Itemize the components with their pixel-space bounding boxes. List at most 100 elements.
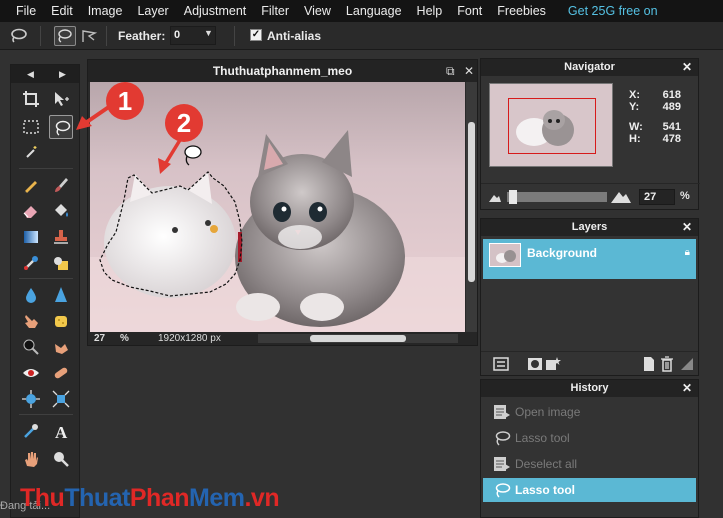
close-icon[interactable]: ✕ (464, 64, 474, 78)
tool-divider (19, 414, 73, 415)
zoom-tool[interactable] (49, 447, 73, 471)
hand-tool[interactable] (19, 447, 43, 471)
open-image-icon (494, 405, 510, 419)
menu-file[interactable]: File (16, 4, 36, 18)
burn-tool[interactable] (49, 335, 73, 359)
menu-edit[interactable]: Edit (51, 4, 73, 18)
x-value: 618 (662, 89, 681, 101)
horizontal-scrollbar[interactable] (258, 334, 458, 343)
color-picker-tool[interactable] (19, 419, 43, 443)
app-root: File Edit Image Layer Adjustment Filter … (0, 0, 723, 518)
shape-icon (54, 257, 68, 270)
zoom-input[interactable]: 27 (639, 189, 675, 205)
antialias-checkbox[interactable]: ✓ (250, 29, 262, 41)
menu-image[interactable]: Image (88, 4, 123, 18)
panel-header: Layers ✕ (481, 219, 698, 236)
new-layer-icon[interactable] (641, 356, 657, 372)
tool-divider (19, 278, 73, 279)
resize-icon[interactable] (679, 356, 695, 372)
y-label: Y: (629, 101, 640, 113)
dodge-icon (23, 339, 39, 355)
polygon-lasso-icon[interactable] (80, 27, 98, 45)
red-eye-tool[interactable] (19, 361, 43, 385)
zoom-slider-handle[interactable] (509, 190, 517, 204)
zoom-value[interactable]: 27 (94, 332, 105, 345)
navigator-thumbnail[interactable] (489, 83, 613, 167)
lasso-icon (11, 28, 27, 43)
type-tool[interactable]: A (49, 419, 73, 443)
color-replace-tool[interactable] (19, 251, 43, 275)
promo-link[interactable]: Get 25G free on (568, 4, 658, 18)
crop-icon (23, 91, 39, 107)
collapse-left-icon[interactable]: ◀ (27, 69, 34, 80)
options-bar: Feather: 0 ▼ ✓ Anti-alias (0, 22, 723, 50)
menu-view[interactable]: View (304, 4, 331, 18)
pencil-tool[interactable] (19, 173, 43, 197)
canvas-photo[interactable] (90, 82, 465, 332)
tool-divider (19, 168, 73, 169)
mountain-small-icon[interactable] (489, 192, 501, 202)
history-item[interactable]: Open image (483, 400, 696, 424)
lasso-mode-button[interactable] (54, 26, 76, 46)
layer-mask-icon[interactable] (527, 356, 543, 372)
chevron-down-icon[interactable]: ▼ (204, 28, 213, 38)
close-icon[interactable]: ✕ (682, 219, 692, 236)
layer-row[interactable]: Background 🔒︎ (483, 239, 696, 279)
layers-footer (481, 351, 698, 375)
mountain-large-icon[interactable] (611, 189, 631, 203)
h-label: H: (629, 133, 641, 145)
navigator-panel: Navigator ✕ X: 618 Y: 489 W: 541 H: 478 (480, 58, 700, 210)
fill-tool[interactable] (49, 199, 73, 223)
pinch-tool[interactable] (49, 387, 73, 411)
image-dimensions: 1920x1280 px (158, 333, 221, 344)
bloat-icon (22, 390, 40, 408)
eraser-icon (23, 206, 37, 218)
menu-layer[interactable]: Layer (137, 4, 168, 18)
marquee-tool[interactable] (19, 115, 43, 139)
spot-heal-tool[interactable] (49, 361, 73, 385)
dodge-tool[interactable] (19, 335, 43, 359)
blur-tool[interactable] (19, 283, 43, 307)
history-label: Deselect all (515, 457, 578, 471)
crop-tool[interactable] (19, 87, 43, 111)
shape-tool[interactable] (49, 251, 73, 275)
layer-effects-icon[interactable] (545, 356, 561, 372)
hand-icon (25, 452, 38, 467)
history-panel: History ✕ Open image Lasso tool Deselect… (480, 379, 699, 518)
clone-stamp-tool[interactable] (49, 225, 73, 249)
trash-icon[interactable] (659, 356, 675, 372)
bloat-tool[interactable] (19, 387, 43, 411)
close-icon[interactable]: ✕ (682, 380, 692, 397)
menu-font[interactable]: Font (457, 4, 482, 18)
menu-freebies[interactable]: Freebies (497, 4, 546, 18)
smudge-tool[interactable] (19, 309, 43, 333)
history-item[interactable]: Lasso tool (483, 426, 696, 450)
history-item[interactable]: Deselect all (483, 452, 696, 476)
gradient-tool[interactable] (19, 225, 43, 249)
restore-icon[interactable]: ⧉ (446, 64, 455, 79)
viewport-box[interactable] (508, 98, 596, 154)
eraser-tool[interactable] (19, 199, 43, 223)
vertical-scrollbar[interactable] (466, 82, 477, 332)
magic-wand-tool[interactable] (19, 141, 43, 165)
brush-tool[interactable] (49, 173, 73, 197)
menu-adjustment[interactable]: Adjustment (184, 4, 247, 18)
close-icon[interactable]: ✕ (682, 59, 692, 76)
zoom-slider[interactable] (507, 190, 607, 204)
menu-filter[interactable]: Filter (261, 4, 289, 18)
w-label: W: (629, 121, 643, 133)
sharpen-tool[interactable] (49, 283, 73, 307)
scrollbar-thumb[interactable] (310, 335, 406, 342)
sharpen-icon (55, 287, 67, 302)
x-label: X: (629, 89, 640, 101)
menu-language[interactable]: Language (346, 4, 402, 18)
sponge-tool[interactable] (49, 309, 73, 333)
collapse-right-icon[interactable]: ▶ (59, 69, 66, 80)
layer-thumbnail (489, 243, 521, 267)
paint-bucket-icon (55, 204, 68, 217)
type-icon: A (55, 423, 68, 440)
history-item-selected[interactable]: Lasso tool (483, 478, 696, 502)
menu-help[interactable]: Help (417, 4, 443, 18)
scrollbar-thumb[interactable] (468, 122, 475, 282)
layer-settings-icon[interactable] (493, 356, 509, 372)
